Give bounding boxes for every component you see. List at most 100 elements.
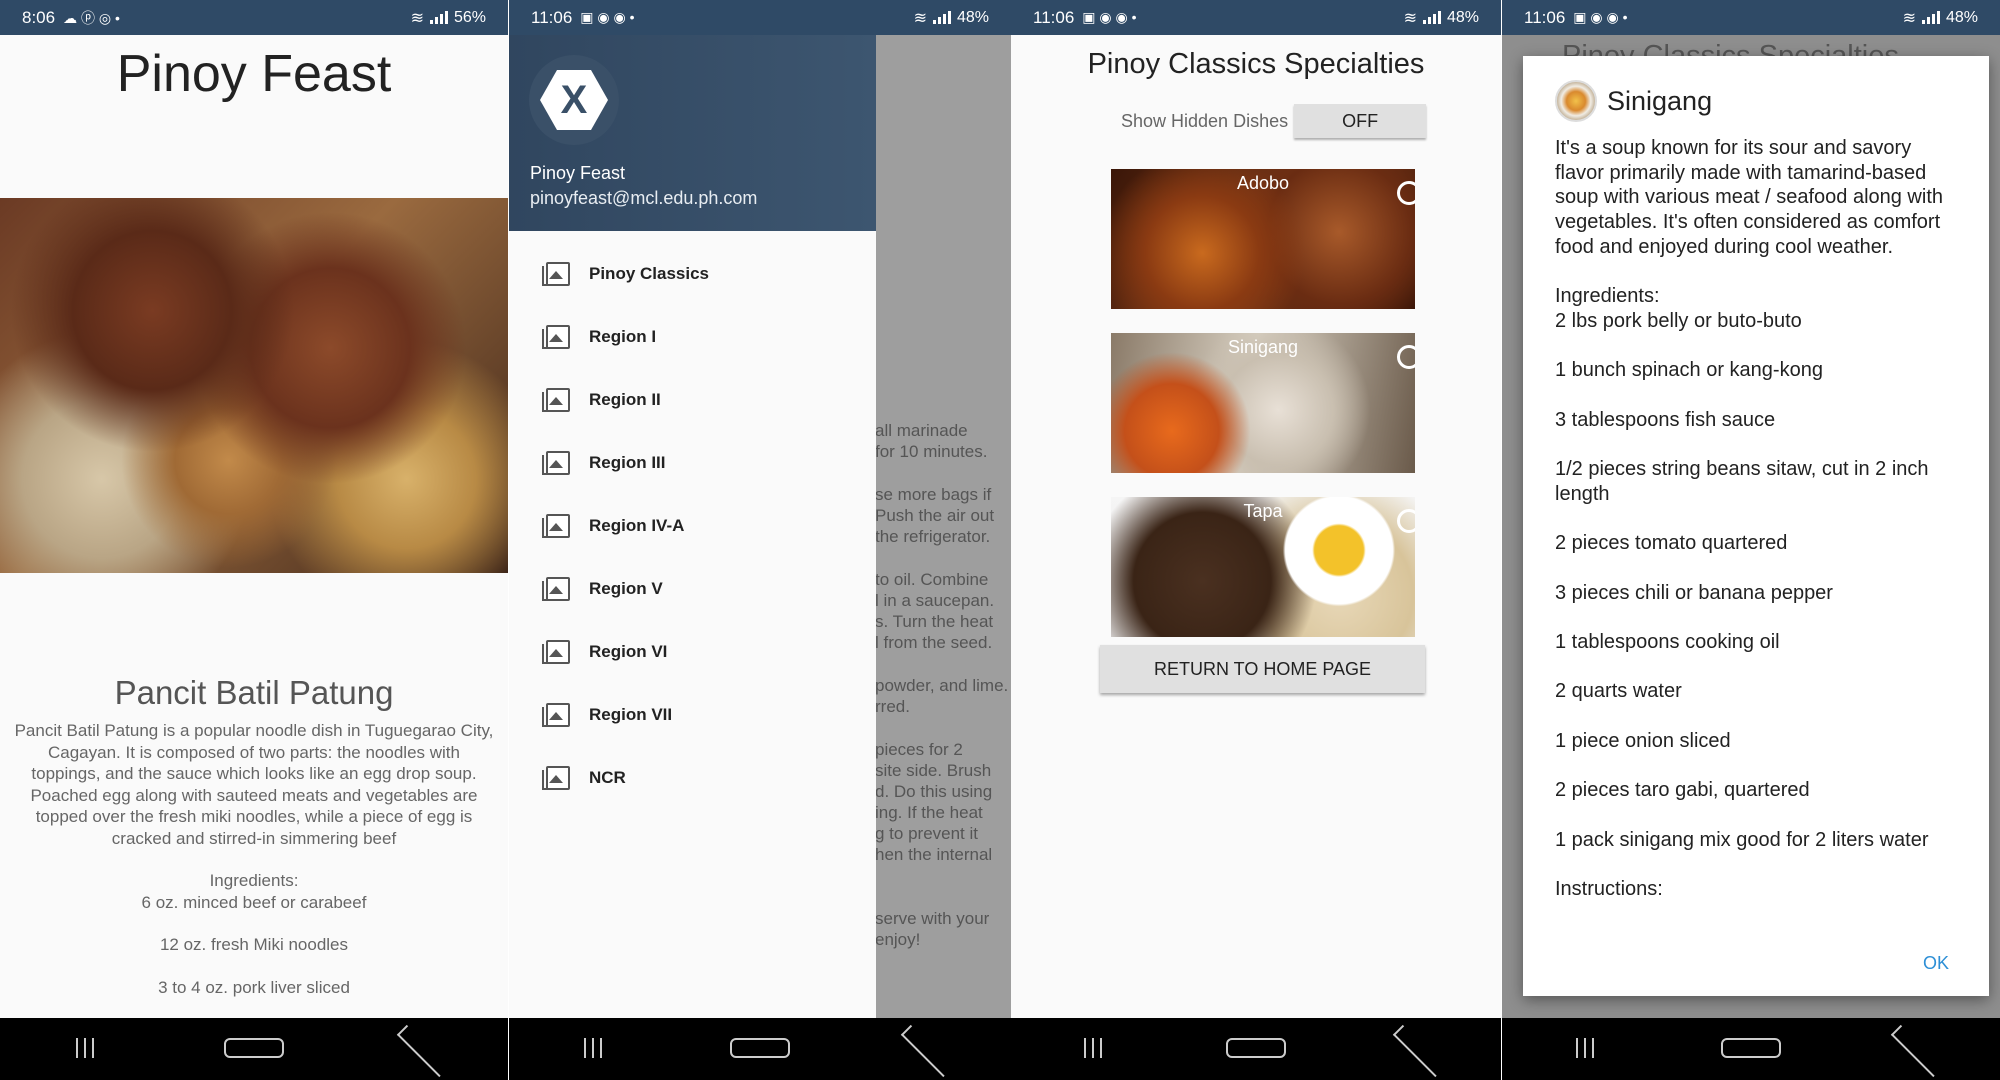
dish-card-tapa[interactable]: Tapa xyxy=(1111,497,1415,637)
recents-button[interactable] xyxy=(1063,1032,1123,1066)
page-title: Pinoy Classics Specialties xyxy=(1087,48,1425,80)
dialog-body[interactable]: It's a soup known for its sour and savor… xyxy=(1555,136,1965,906)
menu-item-label: Region I xyxy=(589,326,657,346)
status-time: 11:06 xyxy=(1033,7,1075,27)
dish-description: Pancit Batil Patung is a popular noodle … xyxy=(14,721,494,848)
menu-item-label: Pinoy Classics xyxy=(589,263,710,283)
ingredient-item: 3 tablespoons fish sauce xyxy=(1555,408,1776,431)
status-bar: 11:06 ▣ ◉ ◉ • ≋ 48% xyxy=(1011,0,1501,35)
recents-button[interactable] xyxy=(563,1032,623,1066)
menu-item-ncr[interactable]: NCR xyxy=(509,746,876,809)
recents-button[interactable] xyxy=(1555,1032,1615,1066)
image-icon xyxy=(542,702,570,727)
menu-item-label: Region V xyxy=(589,578,663,598)
background-text: l in a saucepan. xyxy=(875,591,995,610)
ingredient-item: 2 pieces tomato quartered xyxy=(1555,532,1788,555)
select-circle-icon[interactable] xyxy=(1397,345,1415,369)
home-button[interactable] xyxy=(1721,1032,1781,1066)
ingredient-item: 2 quarts water xyxy=(1555,680,1682,703)
drawer-menu: Pinoy Classics Region I Region II Region… xyxy=(509,242,876,809)
menu-item-label: Region III xyxy=(589,452,666,472)
background-text: se more bags if xyxy=(875,485,992,504)
ingredients-heading: Ingredients: xyxy=(209,871,299,890)
system-nav-bar xyxy=(0,1018,508,1080)
screen-home: 8:06 ☁ ⓟ ◎ • ≋ 56% Pinoy Feast Pancit Ba… xyxy=(0,0,508,1080)
navigation-drawer: X Pinoy Feast pinoyfeast@mcl.edu.ph.com … xyxy=(509,35,876,1018)
notification-icons: ☁ ⓟ ◎ • xyxy=(63,9,120,26)
ingredient-item: 2 pieces taro gabi, quartered xyxy=(1555,779,1810,802)
hidden-dishes-label: Show Hidden Dishes xyxy=(1121,110,1289,131)
back-button[interactable] xyxy=(1389,1024,1449,1078)
app-logo: X xyxy=(529,55,619,145)
ingredient-item: 3 pieces chili or banana pepper xyxy=(1555,581,1833,604)
back-button[interactable] xyxy=(393,1024,453,1078)
ingredients-heading: Ingredients: xyxy=(1555,285,1660,308)
wifi-icon: ≋ xyxy=(1403,9,1417,27)
menu-item-region-v[interactable]: Region V xyxy=(509,557,876,620)
ingredients-list: Ingredients: 6 oz. minced beef or carabe… xyxy=(0,870,508,1019)
dialog-title: Sinigang xyxy=(1607,85,1713,116)
home-button[interactable] xyxy=(729,1032,790,1066)
image-icon xyxy=(542,387,570,412)
menu-item-region-i[interactable]: Region I xyxy=(509,305,876,368)
screen-drawer: 11:06 ▣ ◉ ◉ • ≋ 48% all marinade for 10 … xyxy=(509,0,1011,1080)
drawer-header: X Pinoy Feast pinoyfeast@mcl.edu.ph.com xyxy=(509,35,876,231)
image-icon xyxy=(542,639,570,664)
menu-item-label: Region VII xyxy=(589,704,673,724)
background-text: to oil. Combine xyxy=(875,570,989,589)
select-circle-icon[interactable] xyxy=(1397,509,1415,533)
background-text: enjoy! xyxy=(875,930,921,949)
background-text: Push the air out xyxy=(875,506,995,525)
dish-card-adobo[interactable]: Adobo xyxy=(1111,169,1415,309)
dish-card-sinigang[interactable]: Sinigang xyxy=(1111,333,1415,473)
background-text: serve with your xyxy=(875,909,990,928)
ingredient-item: 1 tablespoons cooking oil xyxy=(1555,630,1780,653)
background-text: s. Turn the heat xyxy=(875,612,994,631)
back-button[interactable] xyxy=(1887,1024,1947,1078)
status-bar: 11:06 ▣ ◉ ◉ • ≋ 48% xyxy=(509,0,1011,35)
dish-photo xyxy=(0,198,508,573)
battery-level: 48% xyxy=(956,8,989,26)
signal-icon xyxy=(1921,11,1940,24)
return-home-button[interactable]: RETURN TO HOME PAGE xyxy=(1100,645,1425,693)
menu-item-region-iv-a[interactable]: Region IV-A xyxy=(509,494,876,557)
back-button[interactable] xyxy=(897,1024,957,1078)
menu-item-region-vi[interactable]: Region VI xyxy=(509,620,876,683)
menu-item-label: NCR xyxy=(589,767,626,787)
dialog-header: Sinigang xyxy=(1555,80,1712,122)
background-text: hen the internal xyxy=(875,845,993,864)
recents-button[interactable] xyxy=(55,1032,115,1066)
background-text: all marinade xyxy=(875,421,968,440)
menu-item-pinoy-classics[interactable]: Pinoy Classics xyxy=(509,242,876,305)
background-text: site side. Brush xyxy=(875,761,992,780)
soup-bowl-icon xyxy=(1555,80,1597,122)
status-time: 11:06 xyxy=(1524,7,1566,27)
ingredient-item: 6 oz. minced beef or carabeef xyxy=(141,892,367,912)
screen-dish-dialog: 11:06 ▣ ◉ ◉ • ≋ 48% Pinoy Classics Speci… xyxy=(1502,0,2000,1080)
status-bar: 8:06 ☁ ⓟ ◎ • ≋ 56% xyxy=(0,0,508,35)
system-nav-bar xyxy=(1502,1018,2000,1080)
hidden-dishes-row: Show Hidden Dishes OFF xyxy=(1121,104,1427,138)
select-circle-icon[interactable] xyxy=(1397,181,1415,205)
hidden-dishes-toggle[interactable]: OFF xyxy=(1294,104,1427,138)
dish-card-label: Sinigang xyxy=(1227,337,1299,357)
ingredient-item: 1 bunch spinach or kang-kong xyxy=(1555,359,1823,382)
image-icon xyxy=(542,765,570,790)
signal-icon xyxy=(932,11,951,24)
ingredient-item: 12 oz. fresh Miki noodles xyxy=(159,935,349,954)
system-nav-bar xyxy=(509,1018,1011,1080)
menu-item-region-vii[interactable]: Region VII xyxy=(509,683,876,746)
signal-icon xyxy=(1422,11,1441,24)
ok-button[interactable]: OK xyxy=(1923,953,1949,974)
menu-item-region-ii[interactable]: Region II xyxy=(509,368,876,431)
image-icon xyxy=(542,576,570,601)
dish-card-label: Adobo xyxy=(1236,173,1290,193)
notification-icons: ▣ ◉ ◉ • xyxy=(1082,9,1137,25)
home-button[interactable] xyxy=(1225,1032,1286,1066)
image-icon xyxy=(542,513,570,538)
status-time: 11:06 xyxy=(531,7,573,27)
home-button[interactable] xyxy=(223,1032,284,1066)
background-text: for 10 minutes. xyxy=(875,442,988,461)
menu-item-region-iii[interactable]: Region III xyxy=(509,431,876,494)
status-right: ≋ 48% xyxy=(914,8,989,28)
